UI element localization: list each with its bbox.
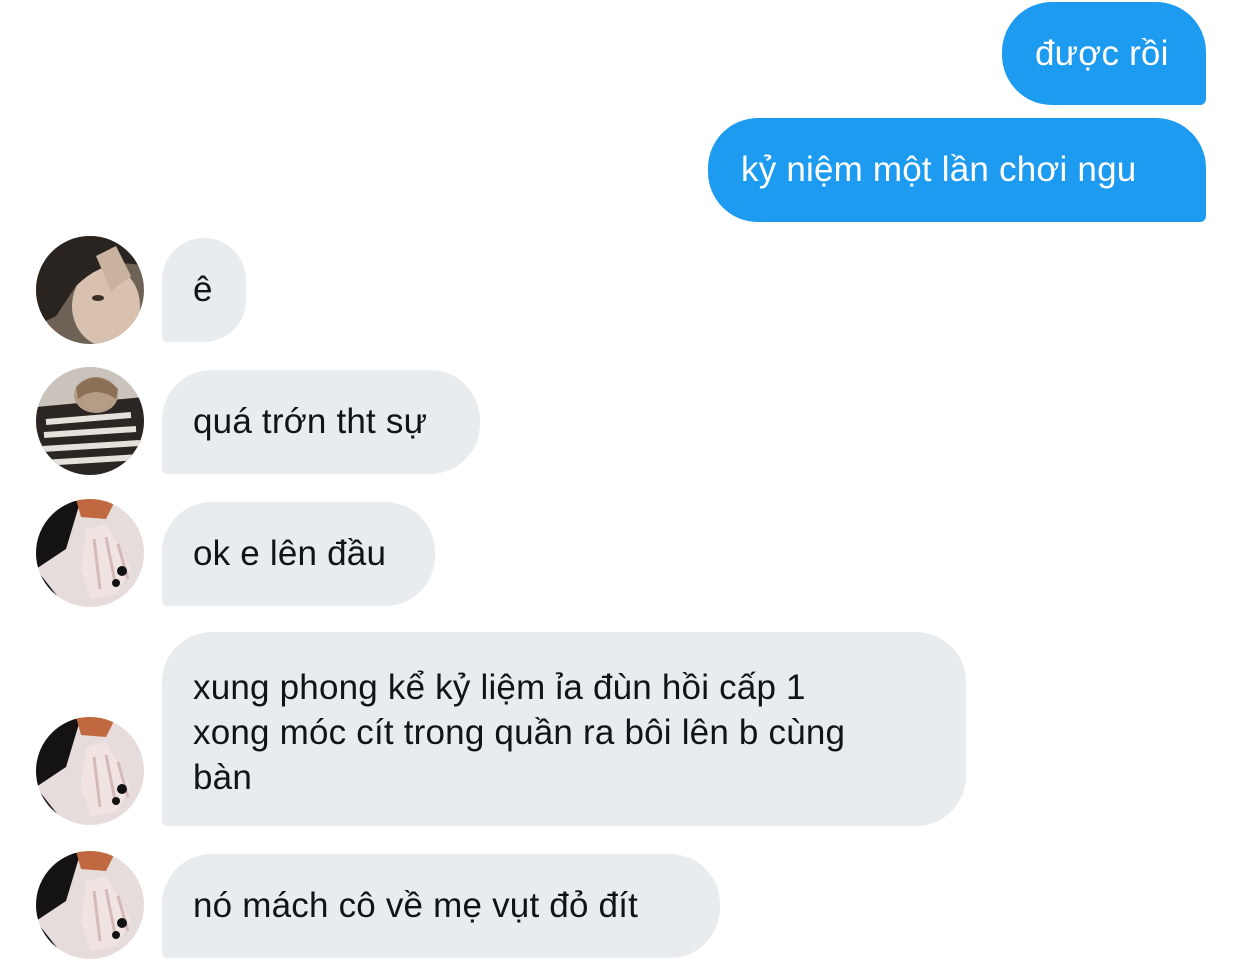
message-line: xung phong kể kỷ liệm ỉa đùn hồi cấp 1: [193, 668, 806, 707]
avatar[interactable]: [36, 367, 144, 475]
conversation-thread: được rồi kỷ niệm một lần chơi ngu ê quá …: [0, 0, 1242, 978]
incoming-message-bubble[interactable]: ok e lên đầu: [162, 502, 435, 606]
message-text: kỷ niệm một lần chơi ngu: [741, 150, 1137, 189]
message-text: nó mách cô về mẹ vụt đỏ đít: [193, 886, 639, 925]
avatar[interactable]: [36, 236, 144, 344]
avatar[interactable]: [36, 851, 144, 959]
outgoing-message-bubble[interactable]: được rồi: [1002, 2, 1206, 105]
incoming-message-bubble[interactable]: nó mách cô về mẹ vụt đỏ đít: [162, 854, 720, 958]
message-text: quá trớn tht sự: [193, 402, 428, 441]
message-text: được rồi: [1035, 34, 1169, 73]
avatar[interactable]: [36, 499, 144, 607]
incoming-message-bubble[interactable]: xung phong kể kỷ liệm ỉa đùn hồi cấp 1 x…: [162, 632, 966, 826]
message-text: ê: [193, 270, 213, 309]
message-line: bàn: [193, 758, 252, 797]
message-line: xong móc cít trong quần ra bôi lên b cùn…: [193, 713, 846, 752]
outgoing-message-bubble[interactable]: kỷ niệm một lần chơi ngu: [708, 118, 1206, 222]
message-text: ok e lên đầu: [193, 534, 387, 573]
incoming-message-bubble[interactable]: quá trớn tht sự: [162, 370, 480, 474]
avatar[interactable]: [36, 717, 144, 825]
incoming-message-bubble[interactable]: ê: [162, 238, 246, 342]
